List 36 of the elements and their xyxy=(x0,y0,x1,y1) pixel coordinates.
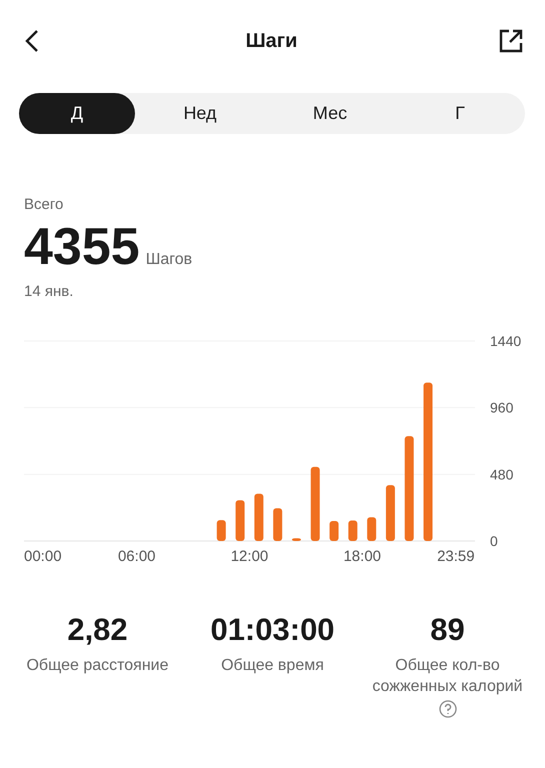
stat-label: Общее время xyxy=(221,656,324,676)
x-tick-label: 06:00 xyxy=(118,548,156,563)
help-icon[interactable] xyxy=(438,700,456,718)
x-tick-label: 18:00 xyxy=(343,548,382,563)
stat-value: 2,82 xyxy=(67,612,128,648)
stat-value: 89 xyxy=(430,612,465,648)
chevron-left-icon xyxy=(25,29,39,53)
date-label: 14 янв. xyxy=(24,283,74,300)
y-tick-label: 0 xyxy=(490,533,498,549)
page-title: Шаги xyxy=(246,30,298,52)
bar xyxy=(216,520,226,541)
x-tick-label: 00:00 xyxy=(24,548,62,563)
period-tab[interactable]: Д xyxy=(19,93,135,134)
total-label: Всего xyxy=(24,196,64,213)
bar xyxy=(386,485,395,541)
x-tick-label: 12:00 xyxy=(230,548,268,563)
stat-label: Общее расстояние xyxy=(26,656,168,676)
period-tab[interactable]: Мес xyxy=(265,93,395,134)
period-tab[interactable]: Нед xyxy=(135,93,265,134)
bar xyxy=(236,500,245,541)
steps-unit: Шагов xyxy=(146,251,192,269)
y-tick-label: 1440 xyxy=(490,333,522,349)
stat-label: Общее кол-во сожженных калорий xyxy=(371,656,524,697)
bar xyxy=(348,520,358,541)
stat-value: 01:03:00 xyxy=(210,612,335,648)
steps-total: 4355 xyxy=(24,221,140,273)
bar xyxy=(254,494,264,541)
x-tick-label: 23:59 xyxy=(437,548,475,563)
bar xyxy=(330,521,339,541)
bar xyxy=(273,508,282,541)
bar xyxy=(292,538,301,541)
period-tab[interactable]: Г xyxy=(395,93,525,134)
share-icon xyxy=(498,29,523,53)
y-tick-label: 480 xyxy=(490,466,514,482)
bar xyxy=(367,517,376,541)
y-tick-label: 960 xyxy=(490,400,514,416)
